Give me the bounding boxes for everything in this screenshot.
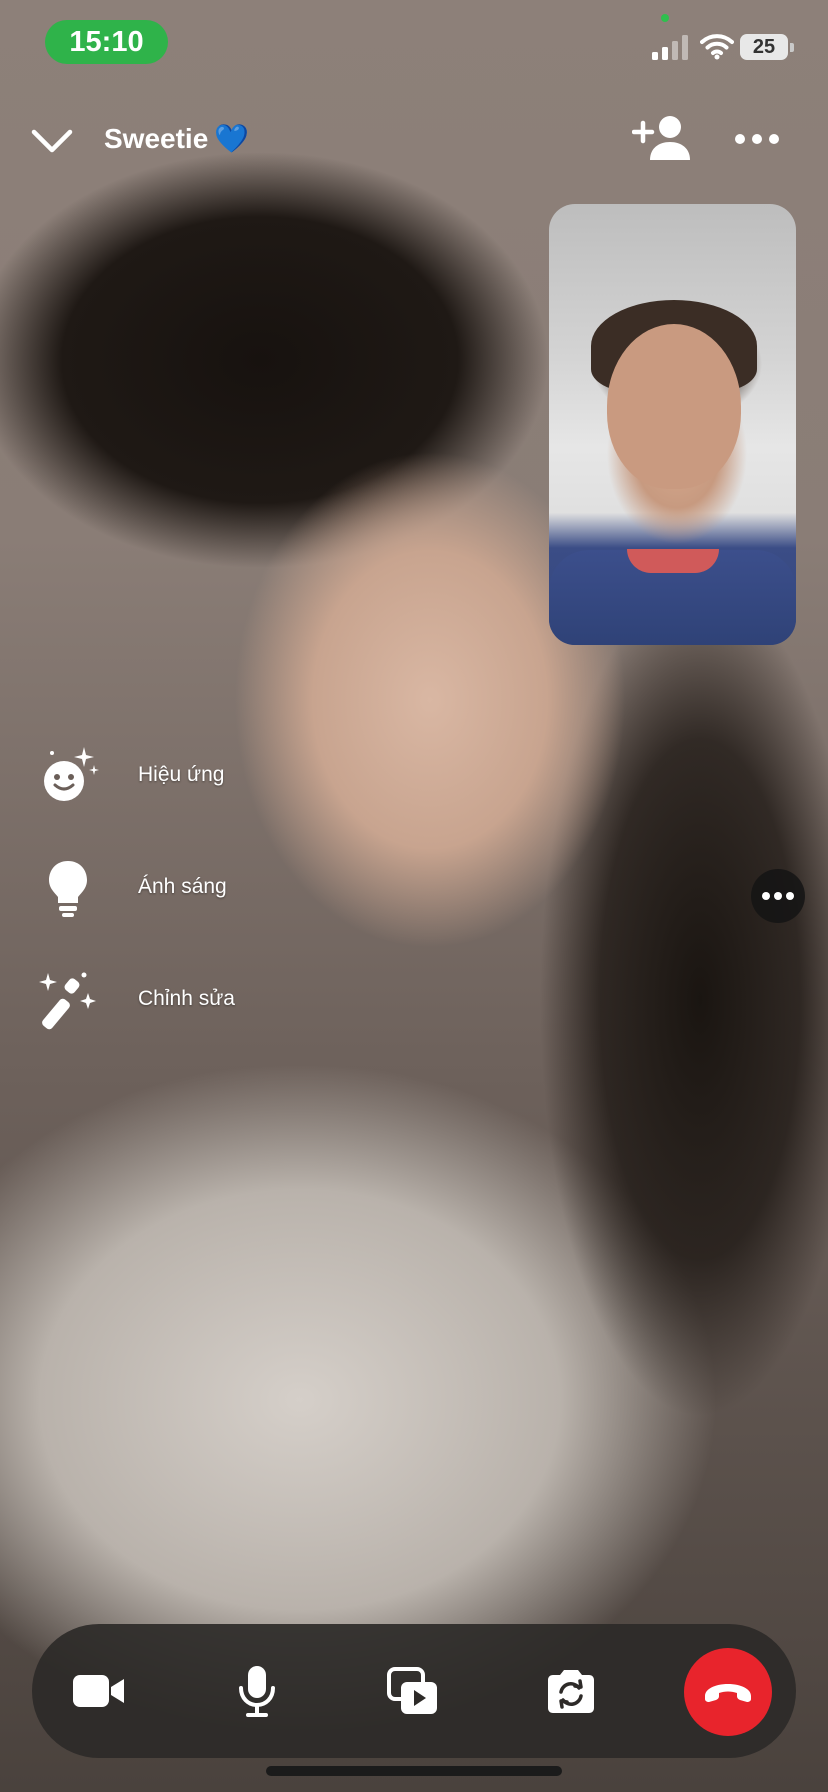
self-video-preview[interactable] (549, 204, 796, 645)
flip-camera-button[interactable] (526, 1646, 616, 1736)
end-call-button[interactable] (684, 1648, 772, 1736)
chevron-down-icon[interactable] (28, 120, 76, 160)
call-controls (32, 1624, 796, 1758)
magic-wand-icon (36, 967, 100, 1031)
contact-name: Sweetie 💙 (104, 122, 249, 155)
contact-name-text: Sweetie (104, 123, 209, 154)
share-media-button[interactable] (368, 1646, 458, 1736)
flip-camera-icon (548, 1670, 594, 1713)
end-call-icon (705, 1684, 751, 1702)
signal-icon (652, 35, 688, 60)
video-camera-icon (73, 1675, 124, 1707)
add-person-icon[interactable] (632, 114, 690, 164)
camera-in-use-indicator (661, 14, 669, 22)
edit-label: Chỉnh sửa (138, 987, 235, 1010)
status-time: 15:10 (45, 20, 168, 64)
wifi-icon (700, 34, 734, 60)
mic-toggle-button[interactable] (212, 1646, 302, 1736)
edit-button[interactable]: Chỉnh sửa (36, 964, 296, 1034)
call-header: Sweetie 💙 (0, 100, 828, 180)
battery-level: 25 (740, 34, 788, 60)
battery-icon: 25 (740, 34, 794, 62)
more-icon[interactable] (732, 124, 782, 154)
smiley-sparkle-icon (36, 743, 100, 807)
video-toggle-button[interactable] (54, 1646, 144, 1736)
blue-heart-emoji: 💙 (214, 123, 250, 154)
side-more-button[interactable] (751, 869, 805, 923)
lighting-button[interactable]: Ánh sáng (36, 852, 296, 922)
effects-label: Hiệu ứng (138, 763, 225, 786)
share-media-icon (387, 1667, 437, 1714)
more-horizontal-icon (762, 892, 794, 900)
status-bar: 15:10 25 (0, 0, 828, 90)
lighting-label: Ánh sáng (138, 875, 227, 898)
effects-button[interactable]: Hiệu ứng (36, 740, 296, 810)
home-indicator[interactable] (266, 1766, 562, 1776)
lightbulb-icon (36, 855, 100, 919)
microphone-icon (239, 1666, 275, 1717)
